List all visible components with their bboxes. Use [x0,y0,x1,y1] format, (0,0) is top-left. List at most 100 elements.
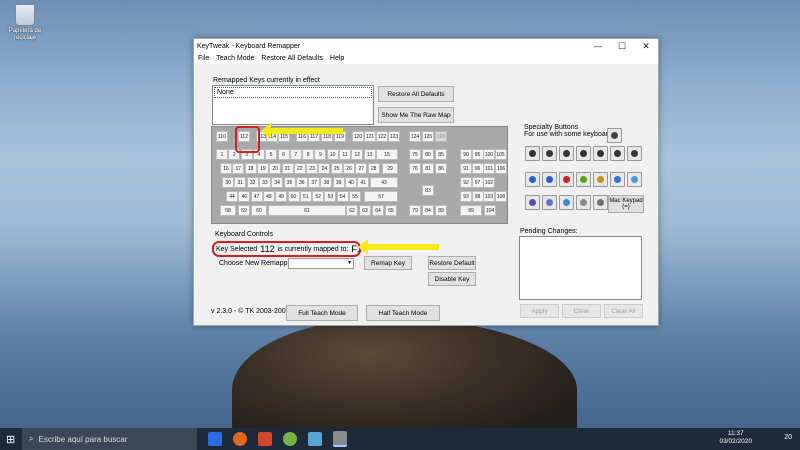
keytweak-taskbar-icon[interactable] [333,431,347,447]
key-26[interactable]: 26 [343,163,355,174]
specialty-button[interactable] [576,146,591,161]
key-79[interactable]: 79 [409,205,421,216]
key-48[interactable]: 48 [262,191,275,202]
key-122[interactable]: 122 [376,131,388,142]
clock[interactable]: 11:37 03/02/2020 [719,430,752,446]
task-view-icon[interactable] [208,432,222,446]
specialty-button[interactable] [559,146,574,161]
key-124[interactable]: 124 [409,131,421,142]
key-19[interactable]: 19 [256,163,269,174]
remap-dropdown[interactable]: ▾ [288,258,354,269]
specialty-button[interactable] [627,146,642,161]
key-21[interactable]: 21 [281,163,294,174]
menu-file[interactable]: File [198,55,209,62]
list-item[interactable]: None [214,87,372,98]
key-49[interactable]: 49 [275,191,288,202]
key-47[interactable]: 47 [250,191,263,202]
key-34[interactable]: 34 [271,177,284,188]
menu-restore-all-defaults[interactable]: Restore All Defaults [261,55,322,62]
key-98[interactable]: 98 [471,191,484,202]
key-1[interactable]: 1 [216,149,228,160]
key-96[interactable]: 96 [471,163,484,174]
specialty-button[interactable] [610,172,625,187]
key-37[interactable]: 37 [308,177,321,188]
taskbar-search[interactable]: ⌕ Escribe aquí para buscar [22,428,197,450]
title-bar[interactable]: KeyTweak - Keyboard Remapper — ☐ ✕ [194,39,658,53]
key-55[interactable]: 55 [349,191,361,202]
key-102[interactable]: 102 [483,177,495,188]
key-80[interactable]: 80 [422,149,434,160]
key-24[interactable]: 24 [318,163,331,174]
app-icon[interactable] [258,432,272,446]
specialty-button[interactable] [542,195,557,210]
specialty-button[interactable] [559,172,574,187]
key-63[interactable]: 63 [359,205,371,216]
key-76[interactable]: 76 [409,163,421,174]
key-7[interactable]: 7 [289,149,302,160]
menu-help[interactable]: Help [330,55,344,62]
key-58[interactable]: 58 [220,205,236,216]
remap-key-button[interactable]: Remap Key [364,256,412,270]
specialty-button[interactable] [525,146,540,161]
specialty-button[interactable] [627,172,642,187]
show-raw-map-button[interactable]: Show Me The Raw Map [378,107,454,123]
key-59[interactable]: 59 [238,205,250,216]
key-92[interactable]: 92 [460,177,472,188]
key-16[interactable]: 16 [220,163,232,174]
key-86[interactable]: 86 [435,163,447,174]
minimize-button[interactable]: — [586,41,610,51]
key-85[interactable]: 85 [435,149,447,160]
key-90[interactable]: 90 [460,149,472,160]
remapped-keys-list[interactable]: None [212,85,374,125]
key-121[interactable]: 121 [364,131,376,142]
key-100[interactable]: 100 [483,149,495,160]
key-95[interactable]: 95 [471,149,484,160]
key-27[interactable]: 27 [355,163,368,174]
key-108[interactable]: 108 [495,191,507,202]
key-84[interactable]: 84 [422,205,434,216]
key-8[interactable]: 8 [302,149,315,160]
app-icon[interactable] [283,432,297,446]
specialty-button[interactable] [593,172,608,187]
key-18[interactable]: 18 [244,163,257,174]
specialty-eject-button[interactable] [607,128,622,143]
key-29[interactable]: 29 [382,163,398,174]
specialty-button[interactable] [559,195,574,210]
mac-keypad-button[interactable]: Mac Keypad (=) [608,195,644,213]
key-51[interactable]: 51 [299,191,312,202]
key-13[interactable]: 13 [363,149,376,160]
key-35[interactable]: 35 [283,177,296,188]
key-105[interactable]: 105 [494,149,507,160]
maximize-button[interactable]: ☐ [610,41,634,52]
key-120[interactable]: 120 [352,131,364,142]
firefox-icon[interactable] [233,432,247,446]
restore-default-button[interactable]: Restore Default [428,256,476,270]
key-25[interactable]: 25 [330,163,343,174]
key-40[interactable]: 40 [345,177,357,188]
clear-button[interactable]: Clear [562,304,601,318]
key-43[interactable]: 43 [370,177,398,188]
key-44[interactable]: 44 [226,191,238,202]
key-22[interactable]: 22 [293,163,306,174]
apply-button[interactable]: Apply [520,304,559,318]
key-110[interactable]: 110 [216,131,228,142]
key-33[interactable]: 33 [258,177,271,188]
key-97[interactable]: 97 [471,177,484,188]
key-64[interactable]: 64 [372,205,384,216]
notification-count[interactable]: 20 [784,434,792,441]
key-23[interactable]: 23 [306,163,319,174]
key-31[interactable]: 31 [234,177,247,188]
specialty-button[interactable] [610,146,625,161]
half-teach-mode-button[interactable]: Half Teach Mode [366,305,440,321]
key-103[interactable]: 103 [483,191,495,202]
key-30[interactable]: 30 [222,177,234,188]
key-61[interactable]: 61 [268,205,346,216]
key-60[interactable]: 60 [251,205,267,216]
menu-teach-mode[interactable]: Teach Mode [216,55,254,62]
key-75[interactable]: 75 [409,149,421,160]
key-15[interactable]: 15 [376,149,398,160]
key-89[interactable]: 89 [435,205,447,216]
specialty-button[interactable] [593,146,608,161]
specialty-button[interactable] [542,172,557,187]
key-5[interactable]: 5 [265,149,278,160]
